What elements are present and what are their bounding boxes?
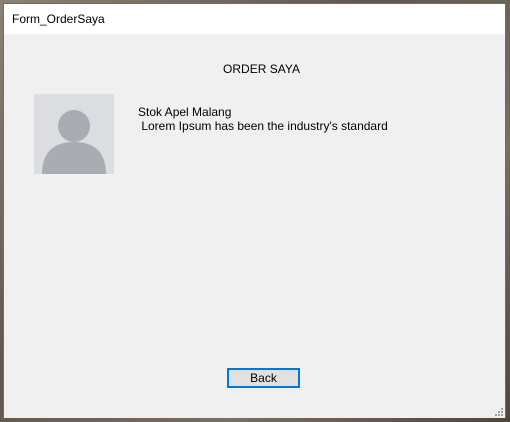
resize-grip-icon[interactable] — [494, 407, 504, 417]
window-title: Form_OrderSaya — [12, 12, 105, 26]
product-name: Stok Apel Malang — [138, 105, 232, 119]
user-placeholder-icon — [34, 94, 114, 174]
product-description: Lorem Ipsum has been the industry's stan… — [138, 119, 388, 133]
back-button[interactable]: Back — [227, 368, 300, 388]
page-title: ORDER SAYA — [223, 62, 300, 76]
title-bar[interactable]: Form_OrderSaya — [4, 4, 505, 34]
form-client-area: ORDER SAYA Stok Apel Malang Lorem Ipsum … — [4, 34, 505, 418]
form-window: Form_OrderSaya ORDER SAYA Stok Apel Mala… — [3, 3, 506, 418]
